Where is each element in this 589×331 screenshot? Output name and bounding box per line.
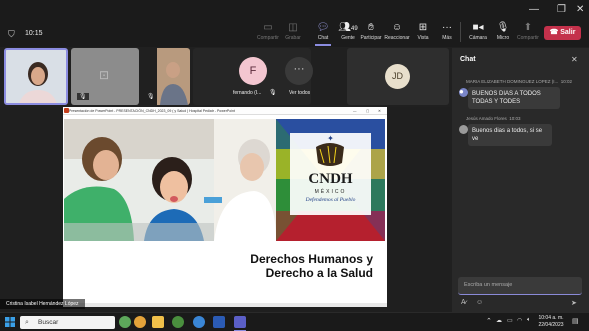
logo-tagline: Defendemos al Pueblo (305, 197, 356, 203)
onedrive-icon[interactable]: ☁ (496, 317, 502, 324)
meeting-toolbar: ⛉ 10:15 — ❐ ✕ ▭ Compartir ◫ Grabar 💬︎ Ch… (0, 0, 589, 47)
leave-button[interactable]: ☎ Salir (544, 26, 581, 40)
word-icon[interactable] (213, 316, 225, 328)
send-icon[interactable]: ➤ (571, 299, 577, 307)
person-icon: ● (459, 88, 464, 96)
camera-icon: ■◂ (472, 22, 484, 33)
svg-text:✦: ✦ (327, 134, 334, 143)
message-author: Jesús Amado Flores 10:03 (466, 116, 521, 121)
more-button[interactable]: ··· Más (433, 22, 461, 41)
search-icon: ⌕ (25, 319, 29, 326)
maximize-icon[interactable]: ❐ (557, 4, 566, 15)
participant-name: fernando (I... (233, 90, 262, 96)
widgets-icon[interactable] (119, 316, 131, 328)
powerpoint-statusbar (63, 303, 387, 307)
taskbar-clock[interactable]: 10:04 a. m. 22/04/2023 (536, 315, 566, 329)
meeting-timer: 10:15 (25, 30, 43, 37)
hand-icon: ✋︎ (368, 22, 374, 33)
powerpoint-titlebar: Presentación de PowerPoint - PRESENTACIÓ… (63, 107, 387, 115)
slide-title: Derechos Humanos y Derecho a la Salud (250, 252, 373, 280)
chat-message[interactable]: Buenos dias a todos, si se ve (468, 124, 552, 146)
react-button[interactable]: ☺ Reaccionar (383, 22, 411, 41)
slide-photo (64, 119, 276, 241)
toolbar-divider (460, 22, 461, 42)
record-button[interactable]: ◫ Grabar (279, 22, 307, 41)
camera-button[interactable]: ■◂ Cámara (464, 22, 492, 41)
edge-icon[interactable] (193, 316, 205, 328)
avatar: JD (385, 64, 410, 89)
camera-off-tile[interactable]: ⊡ 🎙︎ (71, 48, 139, 105)
people-icon: 👥︎ (338, 22, 351, 33)
share-icon: ⬆ (523, 22, 533, 33)
self-video-tile[interactable] (4, 48, 68, 105)
close-icon[interactable]: ✕ (571, 55, 578, 64)
muted-mic-icon: 🎙︎ (147, 94, 155, 100)
minimize-icon[interactable]: — (529, 4, 539, 15)
participant-tile-jd[interactable]: JD (347, 48, 449, 105)
muted-mic-icon: 🎙︎ (77, 93, 89, 100)
weather-icon[interactable] (134, 316, 146, 328)
phone-icon: ☎ (549, 29, 559, 36)
chat-message[interactable]: BUENOS DIAS A TODOS TODAS Y TODES (468, 87, 560, 109)
windows-start-icon[interactable] (5, 317, 15, 327)
close-icon: ✕ (378, 109, 381, 113)
image-placeholder-icon: ⊡ (99, 68, 110, 82)
teams-icon[interactable] (234, 316, 246, 328)
raise-hand-button[interactable]: ✋︎ Participar (357, 22, 385, 41)
view-all-label: Ver todos (289, 90, 311, 96)
message-author: MARIA ELIZABETH DOMINGUEZ LOPEZ (I... 10… (466, 79, 573, 84)
avatar: ● (459, 88, 468, 97)
minimize-icon: — (353, 109, 357, 113)
shared-screen: Presentación de PowerPoint - PRESENTACIÓ… (63, 107, 387, 307)
avatar (459, 125, 468, 134)
mic-button[interactable]: 🎙︎ Micro (489, 22, 517, 41)
chat-title: Chat (460, 56, 476, 63)
person-video (6, 50, 66, 103)
shield-icon: ⛉ (8, 29, 15, 39)
chat-message-input[interactable]: Escriba un mensaje (458, 277, 582, 295)
whiteboard-button[interactable]: ▭ Compartir (254, 22, 282, 41)
presenter-name-label: Cristina Isabel Hernández López (0, 299, 85, 309)
chevron-up-icon[interactable]: ⌃ (486, 317, 492, 325)
record-icon: ◫ (288, 22, 298, 33)
maximize-icon: ▢ (366, 109, 370, 113)
logo-text: CNDH (308, 171, 353, 187)
emoji-icon[interactable]: ☺ (476, 299, 483, 306)
taskbar-search[interactable]: ⌕ Buscar (20, 316, 115, 329)
format-icon[interactable]: A̷ (461, 299, 466, 306)
smiley-icon: ☺ (391, 22, 403, 33)
chat-icon: 💬︎ (316, 22, 330, 33)
logo-country: MÉXICO (314, 189, 347, 195)
volume-icon[interactable]: 🔈︎ (527, 317, 531, 324)
wifi-icon[interactable]: ◠ (517, 317, 522, 324)
powerpoint-icon (64, 108, 69, 113)
avatar: F (239, 57, 267, 85)
participant-video-tile[interactable]: 🎙︎ (142, 48, 190, 105)
notification-icon[interactable]: ▤ (572, 317, 579, 325)
chat-panel: Chat ✕ MARIA ELIZABETH DOMINGUEZ LOPEZ (… (452, 48, 589, 312)
whiteboard-icon: ▭ (263, 22, 273, 33)
view-all-tile[interactable]: ··· Ver todos (275, 48, 327, 105)
cndh-logo: ✦ CNDH MÉXICO Defendemos al Pueblo (276, 119, 385, 241)
file-explorer-icon[interactable] (152, 316, 164, 328)
chat-button[interactable]: 💬︎ Chat (309, 22, 337, 46)
windows-taskbar: ⌕ Buscar ⌃ ☁ ▭ ◠ 🔈︎ 10:04 a. m. 22/04/20… (0, 312, 589, 331)
teams-meeting-window: ⛉ 10:15 — ❐ ✕ ▭ Compartir ◫ Grabar 💬︎ Ch… (0, 0, 589, 331)
chrome-icon[interactable] (172, 316, 184, 328)
close-icon[interactable]: ✕ (576, 4, 584, 15)
mic-off-icon: 🎙︎ (496, 22, 510, 33)
chat-active-indicator (315, 44, 331, 46)
battery-icon[interactable]: ▭ (507, 317, 513, 324)
more-icon: ··· (442, 22, 452, 33)
more-icon: ··· (285, 57, 313, 85)
share-button[interactable]: ⬆ Compartir (514, 22, 542, 41)
